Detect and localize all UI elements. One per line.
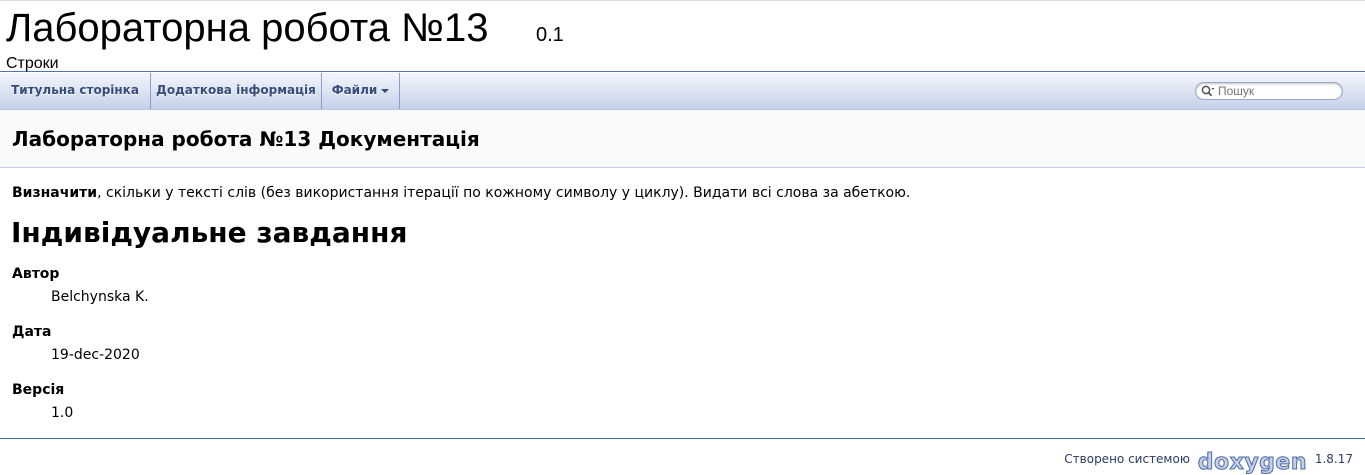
project-brief: Строки: [6, 55, 59, 72]
nav-item-main-page[interactable]: Титульна сторінка: [0, 73, 151, 109]
nav-item-files[interactable]: Файли: [322, 73, 400, 109]
main-navbar: Титульна сторінка Додаткова інформація Ф…: [0, 73, 1365, 110]
section-heading: Індивідуальне завдання: [11, 216, 408, 249]
search-input[interactable]: [1218, 84, 1338, 98]
version-value: 1.0: [51, 405, 74, 421]
nav-item-label: Додаткова інформація: [156, 83, 316, 97]
task-description-bold: Визначити: [12, 185, 98, 201]
project-name: Лабораторна робота №13: [6, 6, 489, 50]
project-number: 0.1: [536, 24, 564, 46]
doxygen-logo[interactable]: doxygen: [1197, 450, 1307, 475]
author-value: Belchynska K.: [51, 289, 149, 305]
search-icon[interactable]: [1201, 85, 1215, 98]
task-description: Визначити, скільки у тексті слів (без ви…: [12, 185, 910, 201]
page-header: Лабораторна робота №13 Документація: [0, 110, 1365, 168]
date-value: 19-dec-2020: [51, 347, 140, 363]
author-label: Автор: [12, 266, 60, 282]
page-title: Лабораторна робота №13 Документація: [12, 127, 480, 151]
title-area: Лабораторна робота №13 0.1 Строки: [0, 0, 1365, 72]
footer: Створено системою doxygen 1.8.17: [1064, 450, 1353, 475]
nav-item-label: Титульна сторінка: [11, 83, 139, 97]
task-description-text: , скільки у тексті слів (без використанн…: [97, 185, 911, 201]
nav-item-related-pages[interactable]: Додаткова інформація: [151, 73, 322, 109]
chevron-down-icon[interactable]: [381, 88, 390, 93]
search-box[interactable]: [1195, 82, 1343, 100]
nav-item-label: Файли: [331, 83, 378, 97]
footer-divider: [0, 438, 1365, 439]
date-label: Дата: [12, 324, 52, 340]
version-label: Версія: [12, 382, 65, 398]
